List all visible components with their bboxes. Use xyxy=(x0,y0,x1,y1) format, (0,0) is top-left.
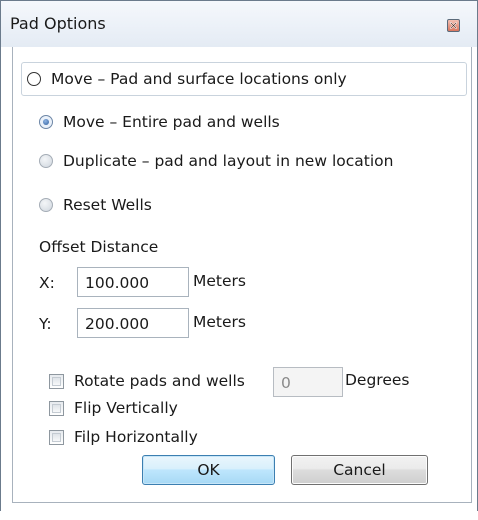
y-offset-input[interactable]: 200.000 xyxy=(77,308,189,338)
cancel-button[interactable]: Cancel xyxy=(291,455,428,485)
offset-distance-label: Offset Distance xyxy=(39,238,159,256)
dialog-title: Pad Options xyxy=(10,14,106,33)
y-label: Y: xyxy=(39,315,52,333)
radio-label: Reset Wells xyxy=(63,196,152,214)
close-icon[interactable] xyxy=(447,19,460,32)
radio-button[interactable] xyxy=(39,154,53,168)
flip-vertically-label: Flip Vertically xyxy=(74,399,178,417)
radio-button[interactable] xyxy=(39,198,53,212)
flip-horizontally-option[interactable]: Filp Horizontally xyxy=(49,427,198,447)
radio-button-selected[interactable] xyxy=(39,115,53,129)
title-bar[interactable]: Pad Options xyxy=(1,1,477,47)
x-label: X: xyxy=(39,274,55,292)
y-unit-label: Meters xyxy=(193,313,246,331)
radio-button[interactable] xyxy=(27,72,41,86)
ok-button[interactable]: OK xyxy=(142,455,275,485)
radio-label: Duplicate – pad and layout in new locati… xyxy=(63,152,394,170)
x-offset-input[interactable]: 100.000 xyxy=(77,267,189,297)
radio-label: Move – Pad and surface locations only xyxy=(51,70,347,88)
radio-option-move-pad-surface[interactable]: Move – Pad and surface locations only xyxy=(21,62,467,96)
rotate-degrees-input[interactable]: 0 xyxy=(273,367,343,397)
flip-horizontally-label: Filp Horizontally xyxy=(74,428,198,446)
radio-option-duplicate[interactable]: Duplicate – pad and layout in new locati… xyxy=(39,149,393,173)
radio-selected-dot xyxy=(43,119,49,125)
radio-option-reset-wells[interactable]: Reset Wells xyxy=(39,193,152,217)
rotate-checkbox[interactable] xyxy=(49,373,64,389)
x-unit-label: Meters xyxy=(193,272,246,290)
radio-label: Move – Entire pad and wells xyxy=(63,113,280,131)
flip-vertically-option[interactable]: Flip Vertically xyxy=(49,398,178,418)
rotate-label: Rotate pads and wells xyxy=(74,372,245,390)
flip-horizontally-checkbox[interactable] xyxy=(49,429,64,445)
radio-option-move-entire-pad[interactable]: Move – Entire pad and wells xyxy=(39,110,280,134)
rotate-pads-option[interactable]: Rotate pads and wells xyxy=(49,371,245,391)
pad-options-dialog: Pad Options Move – Pad and surface locat… xyxy=(0,0,478,511)
flip-vertically-checkbox[interactable] xyxy=(49,400,64,416)
degrees-unit-label: Degrees xyxy=(345,371,410,389)
